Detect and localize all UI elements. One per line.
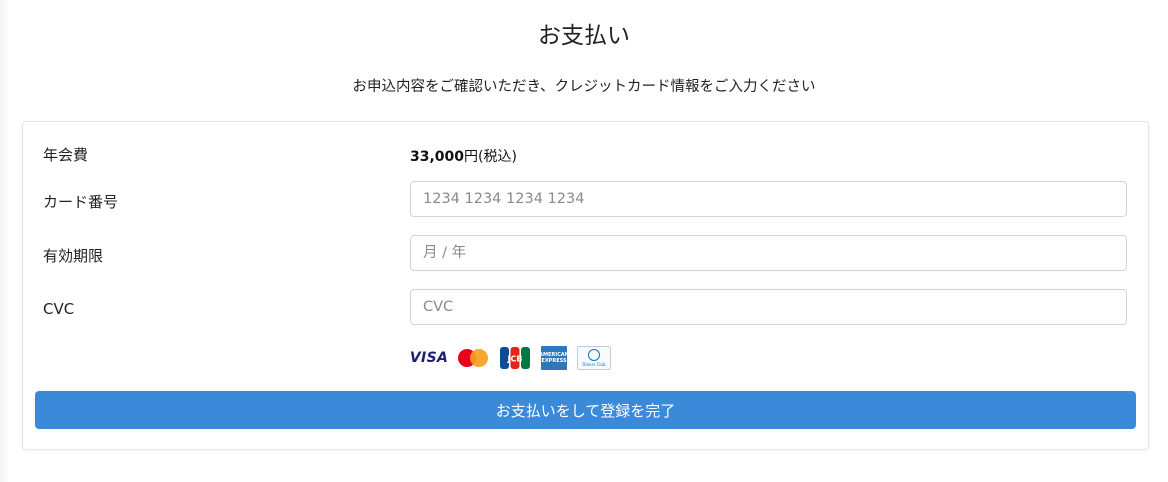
amex-label: AMERICAN EXPRESS	[539, 352, 569, 364]
cvc-input[interactable]	[410, 289, 1127, 325]
cvc-label: CVC	[43, 300, 75, 318]
mastercard-icon	[457, 346, 489, 370]
expiry-input[interactable]	[410, 235, 1127, 271]
annual-fee-value: 33,000円(税込)	[410, 146, 517, 166]
visa-icon: VISA	[409, 350, 449, 366]
diners-club-label: Diners Club	[582, 362, 606, 367]
payment-page: お支払い お申込内容をご確認いただき、クレジットカード情報をご入力ください 年会…	[0, 0, 1168, 482]
page-subtitle: お申込内容をご確認いただき、クレジットカード情報をご入力ください	[352, 79, 816, 95]
card-number-input[interactable]	[410, 181, 1127, 217]
diners-club-icon: Diners Club	[577, 346, 611, 370]
annual-fee-amount: 33,000	[410, 149, 465, 165]
page-title: お支払い	[538, 23, 630, 49]
expiry-label: 有効期限	[43, 247, 104, 265]
amex-icon: AMERICAN EXPRESS	[539, 346, 569, 370]
payment-form-card: 年会費 33,000円(税込) カード番号 有効期限 CVC VISA JCB …	[22, 121, 1149, 450]
submit-payment-button[interactable]: お支払いをして登録を完了	[35, 391, 1136, 429]
jcb-icon: JCB	[499, 346, 531, 370]
card-brand-logos: VISA JCB AMERICAN EXPRESS Diners Club	[409, 346, 611, 370]
annual-fee-suffix: 円(税込)	[464, 149, 517, 165]
card-number-label: カード番号	[43, 193, 119, 211]
annual-fee-label: 年会費	[43, 146, 89, 164]
svg-text:JCB: JCB	[507, 355, 523, 364]
